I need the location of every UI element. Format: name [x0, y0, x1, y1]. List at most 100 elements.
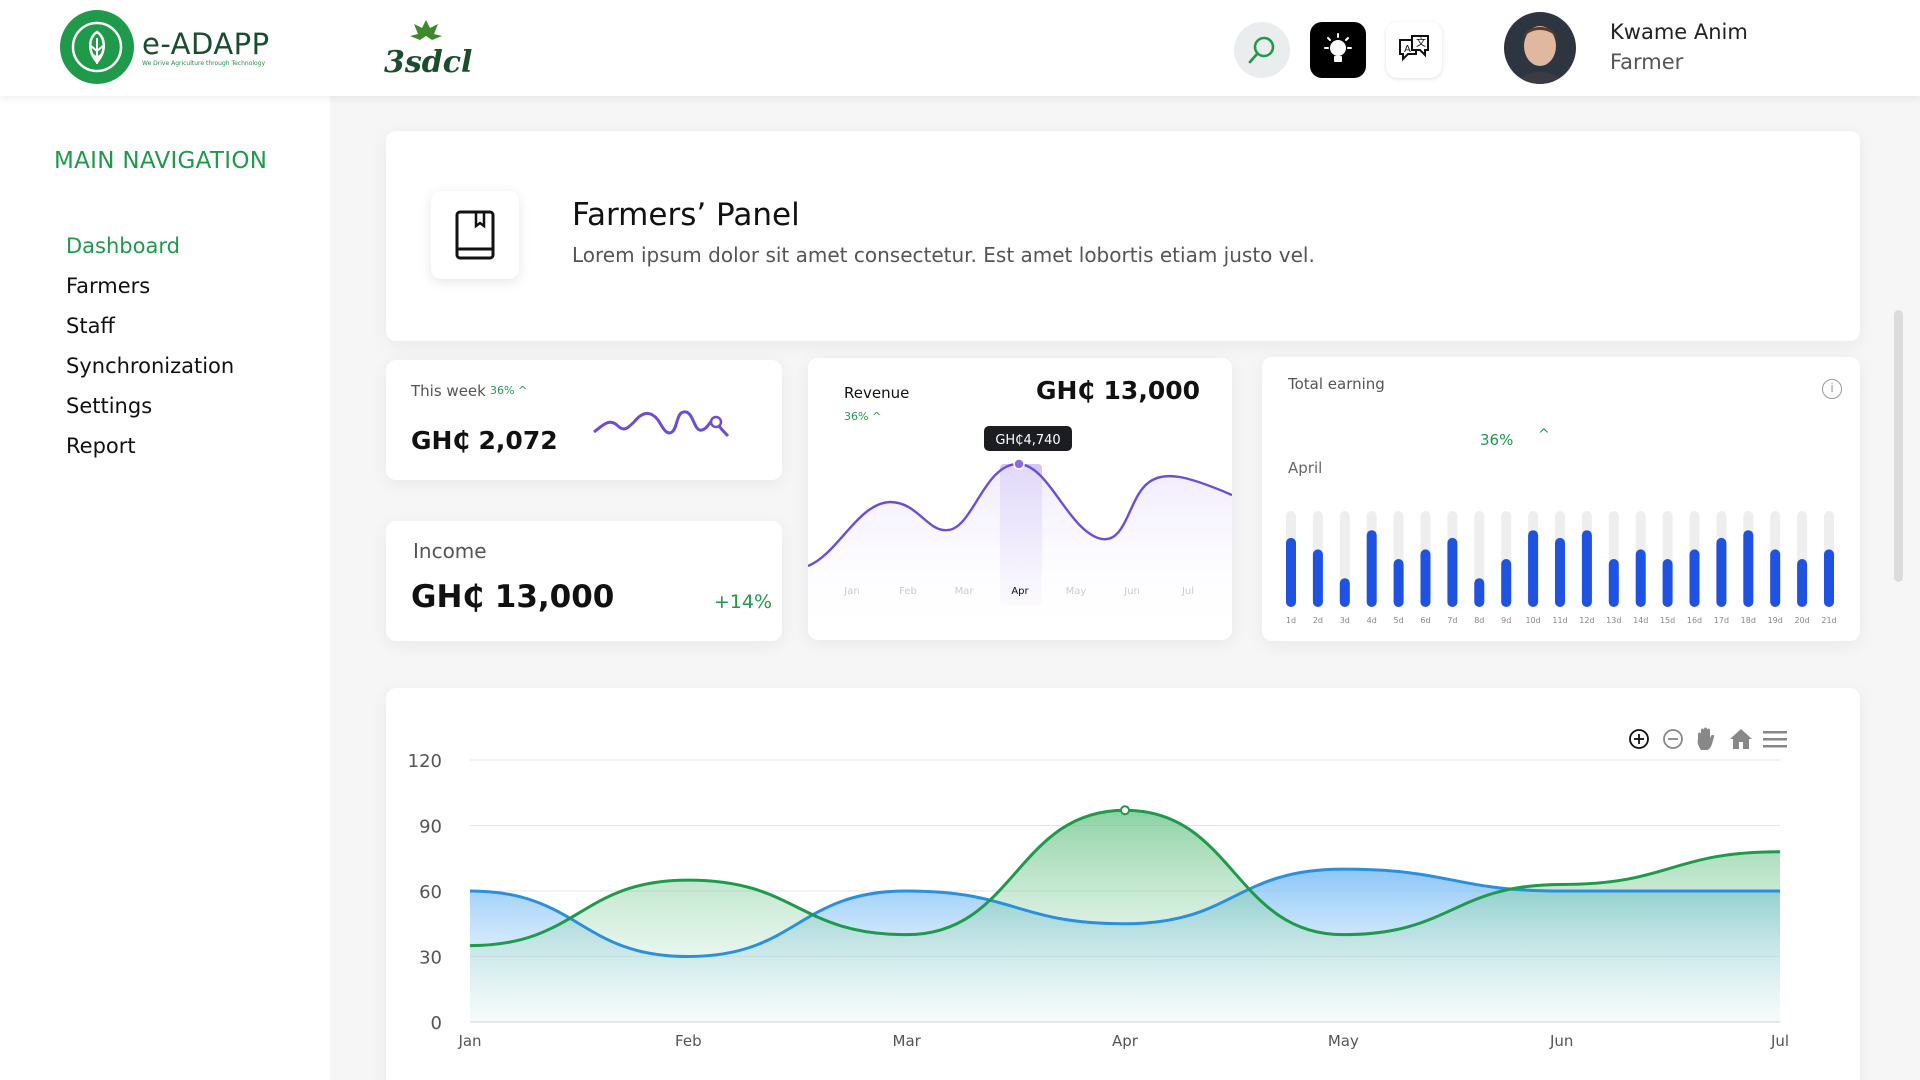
brand-tagline: We Drive Agriculture through Technology	[142, 59, 266, 67]
revenue-month-label: Jun	[1123, 586, 1140, 597]
book-icon	[431, 191, 519, 279]
earning-day-label: 3d	[1340, 616, 1350, 625]
sidebar-item-report[interactable]: Report	[66, 426, 234, 466]
earning-bar	[1743, 530, 1754, 607]
page-scrollbar[interactable]	[1894, 310, 1903, 582]
sidebar-item-synchronization[interactable]: Synchronization	[66, 346, 234, 386]
earning-label: Total earning	[1288, 375, 1385, 393]
pan-hand-icon[interactable]	[1694, 726, 1720, 752]
chevron-up-icon: ^	[1538, 427, 1550, 443]
partner-logo: 3sdcl	[380, 14, 474, 80]
income-label: Income	[413, 539, 487, 563]
earning-day-label: 10d	[1525, 616, 1540, 625]
revenue-month-label: May	[1066, 586, 1087, 597]
series-green-area	[470, 810, 1780, 1022]
x-tick-label: Feb	[675, 1032, 702, 1050]
sidebar-item-farmers[interactable]: Farmers	[66, 266, 234, 306]
revenue-highlight-point	[1013, 458, 1025, 470]
week-change: 36% ^	[490, 384, 528, 397]
avatar[interactable]	[1504, 12, 1576, 84]
user-name: Kwame Anim	[1610, 20, 1748, 44]
earning-bar	[1608, 559, 1619, 607]
home-icon[interactable]	[1728, 726, 1754, 752]
earning-bar	[1339, 578, 1350, 607]
sidebar: MAIN NAVIGATION Dashboard Farmers Staff …	[0, 96, 330, 1080]
earning-bar	[1420, 549, 1431, 607]
earning-day-label: 11d	[1552, 616, 1567, 625]
search-button[interactable]	[1234, 22, 1290, 78]
brand[interactable]: e-ADAPP We Drive Agriculture through Tec…	[60, 10, 270, 84]
earning-bar	[1312, 549, 1323, 607]
revenue-value: GH₵ 13,000	[1035, 376, 1200, 405]
revenue-month-label: Apr	[1011, 586, 1029, 597]
week-sparkline	[593, 410, 730, 438]
earning-change: 36%	[1480, 431, 1514, 449]
earning-day-label: 15d	[1660, 616, 1675, 625]
user-role: Farmer	[1610, 50, 1684, 74]
x-tick-label: Apr	[1112, 1032, 1139, 1050]
revenue-month-label: Jan	[843, 586, 859, 597]
revenue-card: GH₵4,740 Jan Feb Mar Apr May Jun Jul Revenue 3…	[808, 358, 1232, 640]
sidebar-item-staff[interactable]: Staff	[66, 306, 234, 346]
partner-name: 3sdcl	[384, 45, 472, 80]
info-icon[interactable]: i	[1822, 379, 1842, 399]
area-chart-card: 0 30 60 90 120 Jan Feb Mar Apr May Jun Jul	[386, 688, 1860, 1080]
earning-bar	[1501, 559, 1512, 607]
earning-bar	[1689, 549, 1700, 607]
search-icon	[1248, 36, 1275, 64]
week-label: This week	[411, 382, 486, 400]
earning-bar	[1286, 537, 1296, 607]
earning-bar	[1555, 537, 1565, 607]
earning-day-label: 1d	[1286, 616, 1296, 625]
y-tick-label: 120	[408, 751, 442, 772]
farmers-panel-card: Farmers’ Panel Lorem ipsum dolor sit ame…	[386, 131, 1860, 341]
earning-bar	[1824, 549, 1834, 607]
earning-bar	[1716, 537, 1727, 607]
earning-bar	[1447, 537, 1458, 607]
brand-name: e-ADAPP	[142, 26, 270, 61]
x-tick-label: Jun	[1549, 1032, 1573, 1050]
revenue-month-label: Jul	[1181, 586, 1194, 597]
earning-month: April	[1288, 459, 1323, 477]
earning-bar	[1635, 549, 1646, 607]
y-tick-label: 90	[419, 817, 442, 838]
theme-toggle-button[interactable]	[1310, 22, 1366, 78]
earning-bar	[1366, 530, 1377, 607]
revenue-month-label: Feb	[899, 586, 917, 597]
earning-day-label: 4d	[1367, 616, 1377, 625]
x-tick-label: Jan	[457, 1032, 481, 1050]
earning-day-label: 8d	[1474, 616, 1484, 625]
earning-day-label: 2d	[1313, 616, 1323, 625]
translate-button[interactable]: A 文	[1386, 22, 1442, 78]
earning-day-label: 18d	[1741, 616, 1756, 625]
nav-list: Dashboard Farmers Staff Synchronization …	[66, 226, 234, 466]
zoom-out-icon[interactable]	[1660, 726, 1686, 752]
earning-day-label: 7d	[1447, 616, 1457, 625]
earning-bar	[1797, 559, 1808, 607]
svg-text:文: 文	[1416, 36, 1426, 49]
week-value: GH₵ 2,072	[411, 426, 558, 455]
total-earning-card: 1d 2d 3d 4d 5d 6d 7d 8d 9d 10d 11d 12d 13d 14d 15d 16d 1…	[1262, 357, 1860, 641]
earning-bar	[1528, 530, 1539, 607]
svg-text:A: A	[1404, 44, 1411, 55]
revenue-change: 36% ^	[844, 410, 882, 423]
earning-day-label: 6d	[1420, 616, 1430, 625]
y-tick-label: 60	[419, 882, 442, 903]
earning-bar-chart: 1d 2d 3d 4d 5d 6d 7d 8d 9d 10d 11d 12d 13d 14d 15d 16d 1…	[1286, 511, 1837, 625]
zoom-in-icon[interactable]	[1626, 726, 1652, 752]
x-tick-label: Mar	[893, 1032, 922, 1050]
earning-day-label: 13d	[1606, 616, 1621, 625]
x-tick-label: May	[1328, 1032, 1359, 1050]
panel-title: Farmers’ Panel	[572, 197, 800, 233]
earning-day-label: 16d	[1687, 616, 1702, 625]
sidebar-item-settings[interactable]: Settings	[66, 386, 234, 426]
menu-icon[interactable]	[1762, 726, 1788, 752]
earning-day-label: 19d	[1768, 616, 1783, 625]
earning-day-label: 20d	[1794, 616, 1809, 625]
earning-bar	[1581, 530, 1592, 607]
chart-toolbar	[1626, 726, 1788, 752]
earning-day-label: 21d	[1821, 616, 1836, 625]
sidebar-item-dashboard[interactable]: Dashboard	[66, 226, 234, 266]
x-tick-label: Jul	[1770, 1032, 1789, 1050]
top-header: e-ADAPP We Drive Agriculture through Tec…	[0, 0, 1920, 96]
